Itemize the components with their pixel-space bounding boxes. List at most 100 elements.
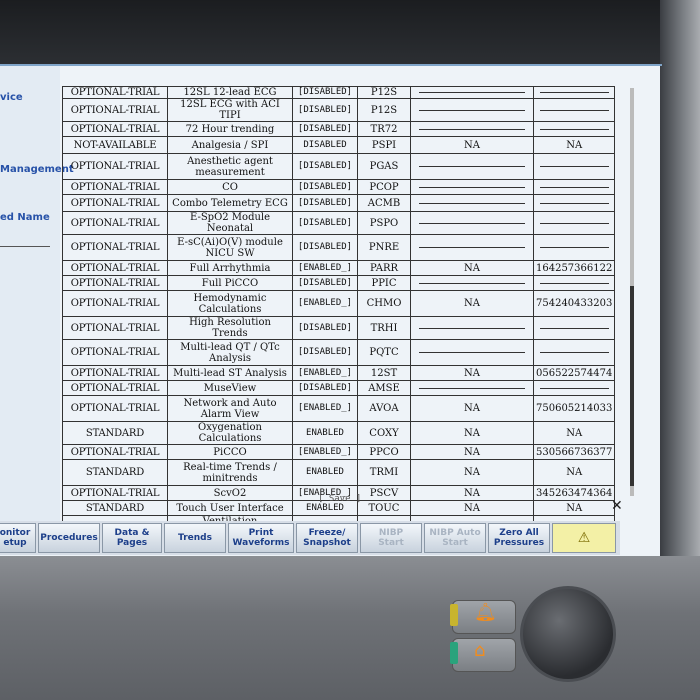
empty-field-line — [418, 128, 526, 130]
empty-field-line — [418, 387, 526, 389]
monitor-bezel-top — [0, 0, 700, 66]
trim-knob[interactable] — [520, 586, 616, 682]
status-cell: OPTIONAL-TRIAL — [62, 395, 168, 422]
menu-button-2[interactable]: Data & Pages — [102, 523, 162, 553]
state-cell: [DISABLED] — [292, 234, 358, 261]
value2-cell — [532, 98, 616, 122]
code-cell: PARR — [357, 260, 411, 276]
value2-cell — [532, 179, 616, 195]
status-cell: OPTIONAL-TRIAL — [62, 365, 168, 381]
code-cell: AVOA — [357, 395, 411, 422]
state-cell: ENABLED — [292, 421, 358, 445]
menu-button-3[interactable]: Trends — [164, 523, 226, 553]
empty-field-line — [418, 222, 526, 224]
table-scrollbar-thumb[interactable] — [630, 286, 634, 486]
table-row: OPTIONAL-TRIAL E-sC(Ai)O(V) module NICU S… — [62, 234, 616, 261]
empty-field-line — [539, 128, 609, 130]
menu-button-6[interactable]: NIBP Start — [360, 523, 422, 553]
empty-field-line — [539, 282, 609, 284]
state-cell: [DISABLED] — [292, 380, 358, 396]
state-cell: [ENABLED_] — [292, 444, 358, 460]
empty-field-line — [539, 387, 609, 389]
table-row: OPTIONAL-TRIAL PiCCO [ENABLED_] PPCO NA 53056… — [62, 444, 616, 460]
value1-cell: NA — [410, 444, 534, 460]
state-cell: [DISABLED] — [292, 86, 358, 99]
code-cell: AMSE — [357, 380, 411, 396]
empty-field-line — [539, 352, 609, 353]
value1-cell — [410, 234, 534, 261]
empty-field-line — [418, 352, 526, 353]
code-cell: PPCO — [357, 444, 411, 460]
feature-cell: Touch User Interface — [167, 500, 293, 516]
value2-cell — [532, 234, 616, 261]
empty-field-line — [418, 92, 526, 93]
value2-cell: NA — [532, 136, 616, 154]
left-menu-item-service[interactable]: vice — [0, 92, 23, 103]
value2-cell — [532, 211, 616, 235]
table-row: OPTIONAL-TRIAL 12SL 12-lead ECG [DISABLED]… — [62, 86, 616, 99]
feature-cell: 72 Hour trending — [167, 121, 293, 137]
value2-cell: 056522574474 — [532, 365, 616, 381]
left-panel-divider — [0, 246, 50, 247]
status-cell: OPTIONAL-TRIAL — [62, 234, 168, 261]
feature-cell: E-SpO2 Module Neonatal — [167, 211, 293, 235]
status-cell: OPTIONAL-TRIAL — [62, 275, 168, 291]
value2-cell: NA — [532, 421, 616, 445]
alarm-silence-button[interactable]: ⚠ — [552, 523, 616, 553]
menu-button-0[interactable]: onitor etup — [0, 523, 36, 553]
table-row: NOT-AVAILABLE Analgesia / SPI DISABLED PSPI… — [62, 136, 616, 154]
feature-cell: CO — [167, 179, 293, 195]
state-cell: DISABLED — [292, 136, 358, 154]
monitor-screen: vice Management ed Name OPTIONAL-TRIAL 12… — [0, 66, 660, 558]
value2-cell: 164257366122 — [532, 260, 616, 276]
value2-cell — [532, 316, 616, 340]
feature-cell: Multi-lead QT / QTc Analysis — [167, 339, 293, 366]
feature-cell: MuseView — [167, 380, 293, 396]
status-cell: OPTIONAL-TRIAL — [62, 380, 168, 396]
table-row: OPTIONAL-TRIAL Hemodynamic Calculations [E… — [62, 290, 616, 317]
table-row: OPTIONAL-TRIAL Combo Telemetry ECG [DISABL… — [62, 194, 616, 212]
table-row: STANDARD Real-time Trends / minitrends ENA… — [62, 459, 616, 486]
left-menu-item-name[interactable]: ed Name — [0, 212, 50, 223]
feature-cell: Multi-lead ST Analysis — [167, 365, 293, 381]
feature-cell: Combo Telemetry ECG — [167, 194, 293, 212]
status-cell: OPTIONAL-TRIAL — [62, 121, 168, 137]
table-row: OPTIONAL-TRIAL Network and Auto Alarm Vie… — [62, 395, 616, 422]
menu-button-4[interactable]: Print Waveforms — [228, 523, 294, 553]
code-cell: PNRE — [357, 234, 411, 261]
feature-cell: 12SL 12-lead ECG — [167, 86, 293, 99]
bottom-menu-bar: onitor etup Procedures Data & Pages Trends P… — [0, 521, 620, 555]
feature-cell: Oxygenation Calculations — [167, 421, 293, 445]
status-cell: OPTIONAL-TRIAL — [62, 179, 168, 195]
state-cell: [DISABLED] — [292, 316, 358, 340]
table-row: OPTIONAL-TRIAL Full Arrhythmia [ENABLED_] P… — [62, 260, 616, 276]
close-icon[interactable]: ✕ — [611, 498, 623, 514]
menu-button-8[interactable]: Zero All Pressures — [488, 523, 550, 553]
menu-button-7[interactable]: NIBP Auto Start — [424, 523, 486, 553]
state-cell: [DISABLED] — [292, 194, 358, 212]
value1-cell — [410, 98, 534, 122]
empty-field-line — [539, 166, 609, 167]
value1-cell: NA — [410, 260, 534, 276]
table-row: OPTIONAL-TRIAL Multi-lead ST Analysis [ENA… — [62, 365, 616, 381]
value2-cell: NA — [532, 459, 616, 486]
status-cell: OPTIONAL-TRIAL — [62, 153, 168, 180]
value1-cell: NA — [410, 500, 534, 516]
value1-cell: NA — [410, 290, 534, 317]
state-cell: [ENABLED_] — [292, 365, 358, 381]
value2-cell: NA — [532, 500, 616, 516]
menu-button-1[interactable]: Procedures — [38, 523, 100, 553]
code-cell: TRHI — [357, 316, 411, 340]
value1-cell: NA — [410, 421, 534, 445]
status-cell: OPTIONAL-TRIAL — [62, 290, 168, 317]
empty-field-line — [539, 327, 609, 329]
status-cell: OPTIONAL-TRIAL — [62, 194, 168, 212]
menu-button-5[interactable]: Freeze/ Snapshot — [296, 523, 358, 553]
value1-cell — [410, 339, 534, 366]
table-row: OPTIONAL-TRIAL Full PiCCO [DISABLED] PPIC — [62, 275, 616, 291]
value1-cell — [410, 153, 534, 180]
feature-cell: 12SL ECG with ACI TIPI — [167, 98, 293, 122]
code-cell: PSPO — [357, 211, 411, 235]
save-button[interactable]: [ Save ] — [318, 494, 361, 504]
value1-cell — [410, 316, 534, 340]
